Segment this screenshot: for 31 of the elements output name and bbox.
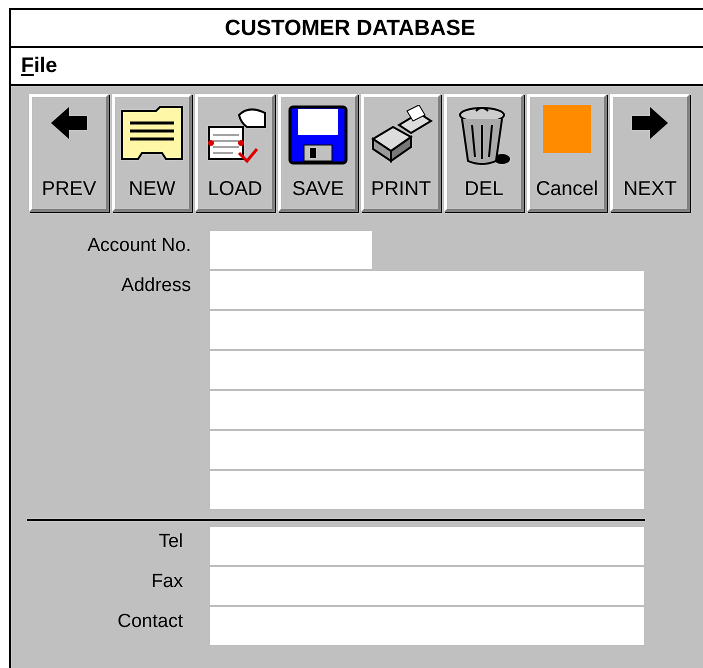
input-field[interactable] xyxy=(210,567,644,605)
toolbar-button[interactable]: SAVE xyxy=(278,94,358,212)
toolbar-button[interactable]: Cancel xyxy=(527,94,607,212)
field-label: Fax xyxy=(150,570,184,594)
input-field[interactable] xyxy=(210,471,644,509)
field-label: Account No. xyxy=(86,234,191,258)
toolbar-button[interactable]: NEW xyxy=(112,94,192,212)
toolbar-button[interactable]: PREV xyxy=(29,94,109,212)
printer-icon xyxy=(369,105,433,165)
toolbar-button[interactable]: DEL xyxy=(444,94,524,212)
input-field[interactable] xyxy=(210,431,644,469)
folder-icon xyxy=(120,105,184,161)
field-label: Address xyxy=(120,274,191,298)
input-field[interactable] xyxy=(210,271,644,309)
field-label: Tel xyxy=(158,530,184,554)
toolbar-button[interactable]: NEXT xyxy=(610,94,690,212)
input-field[interactable] xyxy=(210,231,372,269)
window-title: CUSTOMER DATABASE xyxy=(11,8,703,48)
left-arrow-icon xyxy=(49,105,89,141)
toolbar-button[interactable]: PRINT xyxy=(361,94,441,212)
toolbar-button[interactable]: LOAD xyxy=(195,94,275,212)
square-icon xyxy=(543,105,591,153)
input-field[interactable] xyxy=(210,607,644,645)
menu-item[interactable]: File xyxy=(17,52,62,80)
input-field[interactable] xyxy=(210,351,644,389)
trash-can-icon xyxy=(456,105,512,167)
input-field[interactable] xyxy=(210,311,644,349)
input-field[interactable] xyxy=(210,391,644,429)
field-label: Contact xyxy=(116,610,184,634)
right-arrow-icon xyxy=(630,105,670,141)
input-field[interactable] xyxy=(210,527,644,565)
